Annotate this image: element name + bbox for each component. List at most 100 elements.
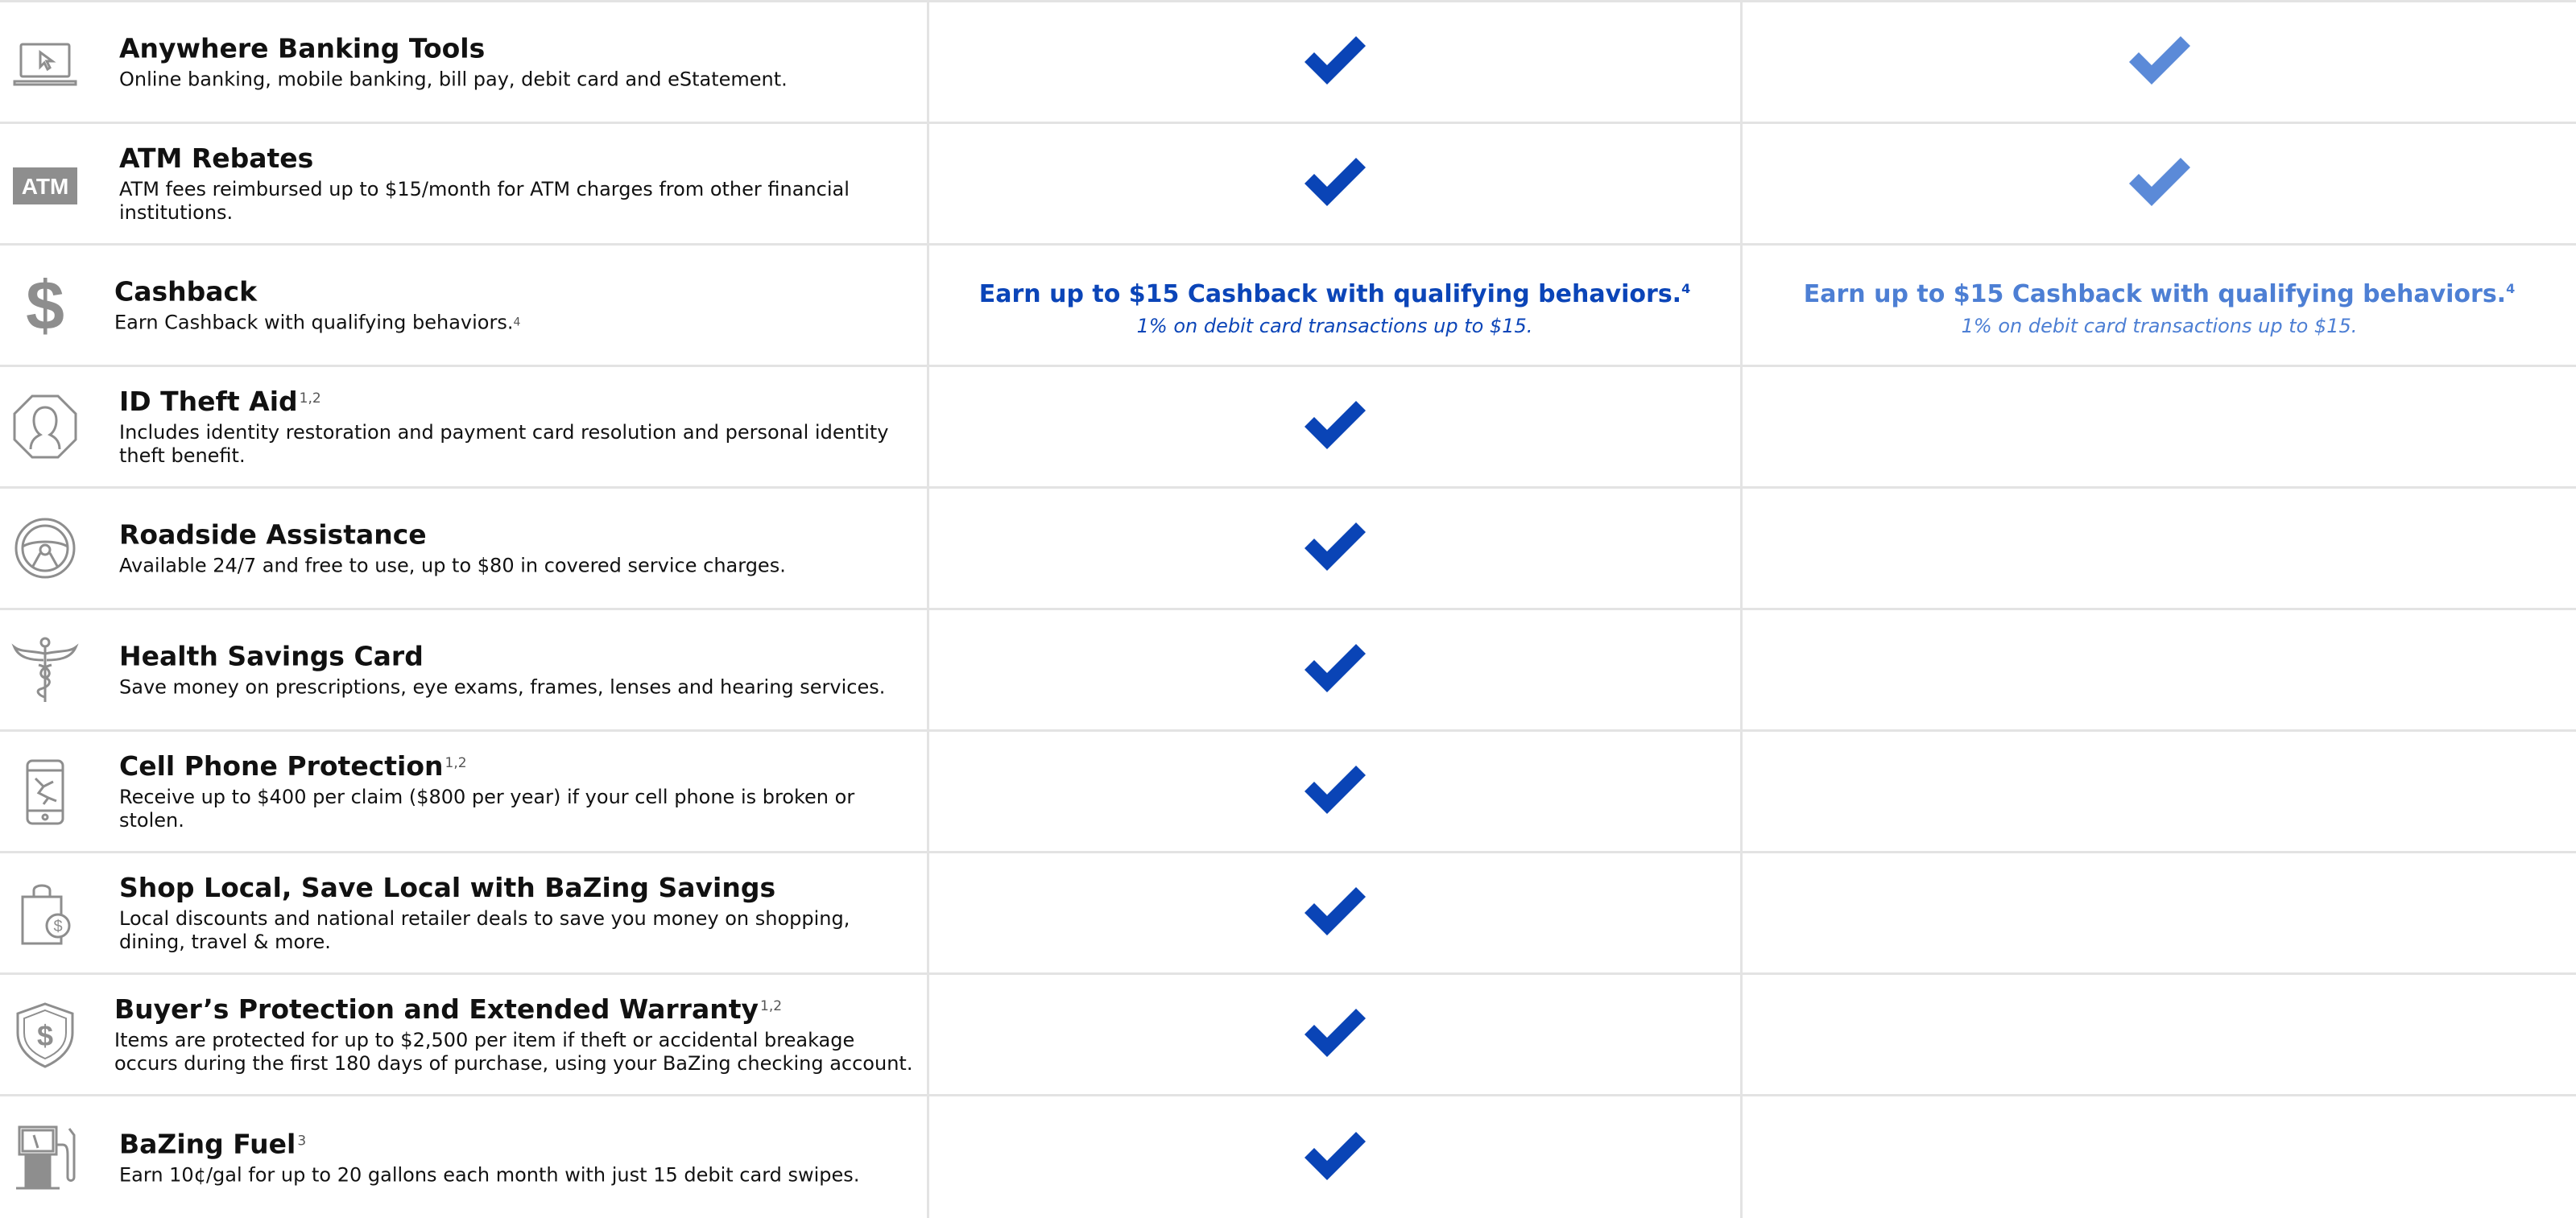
feature-title: Health Savings Card — [119, 641, 914, 673]
plan-1-cell — [929, 853, 1743, 972]
footnote-marker: 1,2 — [760, 998, 783, 1014]
feature-cell: $ Shop Local, Save Local with BaZing Sav… — [0, 853, 929, 972]
feature-title: ATM Rebates — [119, 142, 914, 175]
check-icon — [1303, 399, 1367, 454]
svg-text:$: $ — [53, 918, 62, 935]
feature-title: Cell Phone Protection 1,2 — [119, 750, 914, 782]
text-segment: theft benefit. — [119, 444, 246, 467]
plan-1-cell — [929, 1096, 1743, 1218]
check-icon — [1303, 521, 1367, 576]
svg-text:$: $ — [26, 271, 64, 339]
text-segment: Roadside Assistance — [119, 518, 427, 551]
plan-1-cell — [929, 124, 1743, 243]
text-segment: Anywhere Banking Tools — [119, 32, 486, 64]
check-icon — [1303, 642, 1367, 697]
feature-cell: Cell Phone Protection 1,2 Receive up to $… — [0, 732, 929, 851]
feature-cell: ID Theft Aid 1,2 Includes identity restor… — [0, 367, 929, 486]
feature-description: Includes identity restoration and paymen… — [119, 421, 914, 468]
check-icon — [1303, 764, 1367, 819]
table-row: $ Shop Local, Save Local with BaZing Sav… — [0, 853, 2576, 975]
cashback-offer: Earn up to $15 Cashback with qualifying … — [1804, 274, 2515, 337]
table-row: $ Buyer’s Protection and Extended Warran… — [0, 975, 2576, 1096]
text-segment: Cell Phone Protection — [119, 750, 444, 782]
footnote-marker: 1,2 — [299, 390, 321, 407]
table-row: BaZing Fuel 3 Earn 10¢/gal for up to 20 g… — [0, 1096, 2576, 1218]
check-icon — [1303, 1130, 1367, 1185]
feature-description: Earn Cashback with qualifying behaviors.… — [114, 312, 914, 335]
feature-cell: $ Cashback Earn Cashback with qualifying… — [0, 246, 929, 365]
plan-2-cell — [1743, 124, 2576, 243]
text-segment: Earn up to $15 Cashback with qualifying … — [978, 279, 1682, 308]
feature-description: Receive up to $400 per claim ($800 per y… — [119, 786, 855, 832]
text-segment: Cashback — [114, 275, 258, 308]
text-segment: Shop Local, Save Local with BaZing Savin… — [119, 872, 776, 903]
plan-2-cell: Earn up to $15 Cashback with qualifying … — [1743, 246, 2576, 365]
plan-2-cell — [1743, 367, 2576, 486]
feature-title: Roadside Assistance — [119, 519, 914, 551]
cracked-phone-icon — [11, 758, 79, 825]
plan-2-cell — [1743, 1096, 2576, 1218]
text-segment: dining, travel & more. — [119, 931, 331, 953]
check-icon — [2127, 35, 2192, 89]
check-icon — [1303, 886, 1367, 940]
plan-2-cell — [1743, 975, 2576, 1094]
text-segment: occurs during the first 180 days of purc… — [114, 1052, 913, 1075]
feature-title: Buyer’s Protection and Extended Warranty… — [114, 993, 914, 1026]
feature-title: Cashback — [114, 276, 914, 308]
feature-cell: Roadside Assistance Available 24/7 and f… — [0, 489, 929, 608]
cashback-offer-title: Earn up to $15 Cashback with qualifying … — [979, 274, 1690, 310]
cashback-offer-subtitle: 1% on debit card transactions up to $15. — [1136, 314, 1533, 337]
table-row: ID Theft Aid 1,2 Includes identity restor… — [0, 367, 2576, 489]
footnote-marker: 4 — [1681, 280, 1691, 296]
plan-1-cell: Earn up to $15 Cashback with qualifying … — [929, 246, 1743, 365]
plan-1-cell — [929, 610, 1743, 729]
text-segment: Local discounts and national retailer de… — [119, 907, 850, 930]
table-row: Health Savings Card Save money on prescr… — [0, 610, 2576, 732]
feature-cell: Anywhere Banking Tools Online banking, m… — [0, 2, 929, 122]
table-row: Cell Phone Protection 1,2 Receive up to $… — [0, 732, 2576, 853]
text-segment: Earn Cashback with qualifying behaviors. — [114, 311, 514, 334]
check-icon — [1303, 1007, 1367, 1062]
feature-title: Shop Local, Save Local with BaZing Savin… — [119, 872, 914, 904]
cashback-offer-title: Earn up to $15 Cashback with qualifying … — [1804, 274, 2515, 310]
table-row: Anywhere Banking Tools Online banking, m… — [0, 2, 2576, 124]
plan-1-cell — [929, 732, 1743, 851]
laptop-cursor-icon — [11, 28, 79, 96]
feature-cell: $ Buyer’s Protection and Extended Warran… — [0, 975, 929, 1094]
table-row: ATM ATM Rebates ATM fees reimbursed up t… — [0, 124, 2576, 246]
table-row: Roadside Assistance Available 24/7 and f… — [0, 489, 2576, 610]
text-segment: Includes identity restoration and paymen… — [119, 421, 889, 444]
feature-title: ID Theft Aid 1,2 — [119, 386, 914, 418]
plan-1-cell — [929, 2, 1743, 122]
fuel-pump-icon — [11, 1124, 79, 1191]
atm-badge-icon: ATM — [11, 150, 79, 217]
cashback-offer: Earn up to $15 Cashback with qualifying … — [979, 274, 1690, 337]
feature-description: Items are protected for up to $2,500 per… — [114, 1029, 914, 1076]
feature-cell: ATM ATM Rebates ATM fees reimbursed up t… — [0, 124, 929, 243]
text-segment: ATM Rebates — [119, 142, 314, 174]
feature-cell: BaZing Fuel 3 Earn 10¢/gal for up to 20 g… — [0, 1096, 929, 1218]
text-segment: Items are protected for up to $2,500 per… — [114, 1029, 855, 1051]
check-icon — [1303, 156, 1367, 211]
plan-2-cell — [1743, 489, 2576, 608]
dollar-sign-icon: $ — [11, 271, 79, 339]
plan-2-cell — [1743, 2, 2576, 122]
plan-2-cell — [1743, 732, 2576, 851]
steering-wheel-icon — [11, 514, 79, 582]
plan-1-cell — [929, 975, 1743, 1094]
footnote-marker: 3 — [297, 1133, 307, 1149]
atm-badge-text: ATM — [22, 174, 69, 199]
table-row: $ Cashback Earn Cashback with qualifying… — [0, 246, 2576, 367]
features-comparison-table: Anywhere Banking Tools Online banking, m… — [0, 0, 2576, 1218]
plan-1-cell — [929, 489, 1743, 608]
svg-text:$: $ — [37, 1019, 53, 1052]
feature-title: Anywhere Banking Tools — [119, 33, 914, 65]
plan-2-cell — [1743, 610, 2576, 729]
cashback-offer-subtitle: 1% on debit card transactions up to $15. — [1961, 314, 2358, 337]
feature-description: Save money on prescriptions, eye exams, … — [119, 675, 886, 699]
text-segment: Health Savings Card — [119, 640, 424, 672]
text-segment: Buyer’s Protection and Extended Warranty — [114, 993, 759, 1025]
check-icon — [1303, 35, 1367, 89]
footnote-marker: 4 — [2506, 280, 2516, 296]
check-icon — [2127, 156, 2192, 211]
